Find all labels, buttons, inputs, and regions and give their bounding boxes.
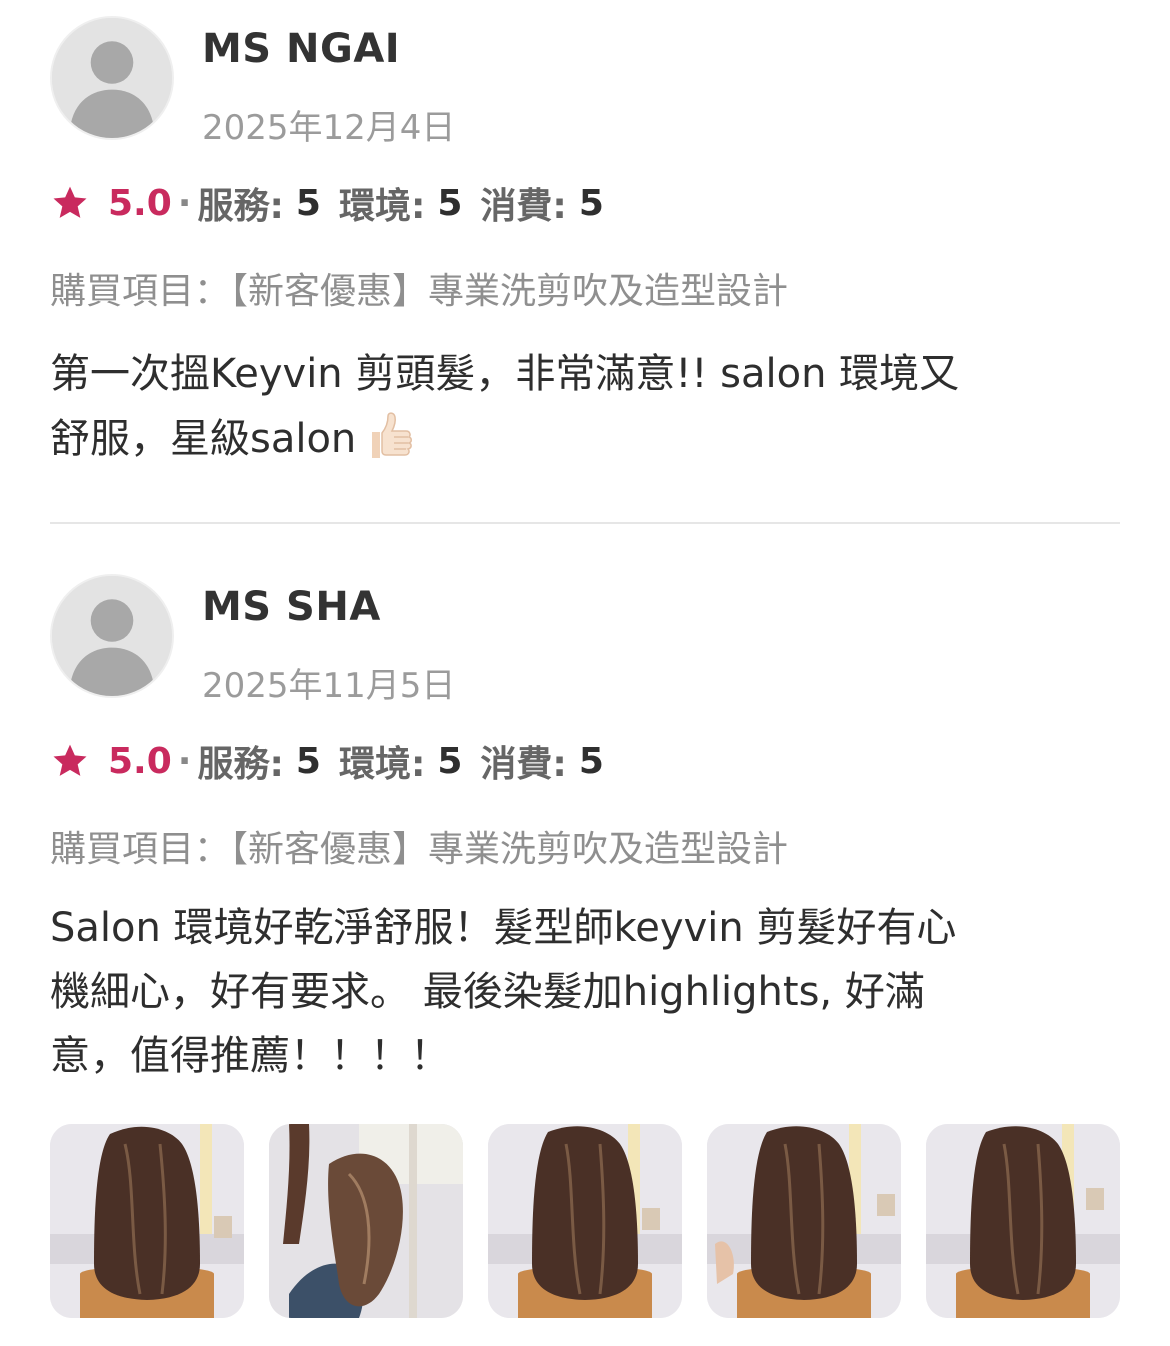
thumbs-up-icon — [358, 406, 416, 464]
service-label: 服務: — [197, 744, 284, 785]
star-icon — [50, 183, 90, 223]
review-text: Salon 環境好乾淨舒服！髮型師keyvin 剪髮好有心 機細心，好有要求。 … — [50, 896, 1110, 1088]
environment-label: 環境: — [338, 744, 426, 785]
rating-row: 5.0 · 服務: 5 環境: 5 消費: 5 — [50, 178, 622, 228]
purchase-row: 購買項目：【新客優惠】專業洗剪吹及造型設計 — [50, 262, 788, 314]
review-date: 2025年11月5日 — [202, 666, 456, 706]
rating-separator: · — [177, 182, 192, 224]
review-text-line: 機細心，好有要求。 最後染髮加highlights, 好滿 — [50, 969, 925, 1015]
purchase-label: 購買項目： — [50, 271, 231, 312]
review-text-line: 第一次搵Keyvin 剪頭髮，非常滿意!! salon 環境又 — [50, 351, 960, 397]
reviewer-name[interactable]: MS NGAI — [202, 26, 400, 72]
rating-score: 5.0 — [108, 740, 172, 782]
rating-separator: · — [177, 740, 192, 782]
service-label: 服務: — [197, 186, 284, 227]
review-photo-3[interactable] — [488, 1124, 682, 1318]
purchase-label: 購買項目： — [50, 829, 231, 870]
reviews-page: MS NGAI 2025年12月4日 5.0 · 服務: 5 環境: 5 消費:… — [0, 0, 1170, 1346]
avatar[interactable] — [50, 574, 174, 698]
review-photo-2[interactable] — [269, 1124, 463, 1318]
review-text: 第一次搵Keyvin 剪頭髮，非常滿意!! salon 環境又 舒服，星級sal… — [50, 342, 1110, 471]
purchase-row: 購買項目：【新客優惠】專業洗剪吹及造型設計 — [50, 820, 788, 872]
spending-label: 消費: — [480, 186, 567, 227]
environment-score: 5 — [437, 740, 463, 782]
environment-score: 5 — [437, 182, 463, 224]
review-divider — [50, 522, 1120, 524]
reviewer-name[interactable]: MS SHA — [202, 584, 381, 630]
purchase-item-link[interactable]: 【新客優惠】專業洗剪吹及造型設計 — [230, 829, 788, 870]
review-photos — [50, 1124, 1120, 1318]
review-text-line: 舒服，星級salon — [50, 406, 1110, 471]
environment-label: 環境: — [338, 186, 426, 227]
spending-score: 5 — [578, 182, 604, 224]
review-photo-1[interactable] — [50, 1124, 244, 1318]
review-text-line: 意，值得推薦！！！！ — [50, 1033, 450, 1079]
avatar[interactable] — [50, 16, 174, 140]
review-photo-4[interactable] — [707, 1124, 901, 1318]
rating-score: 5.0 — [108, 182, 172, 224]
review-text-line: Salon 環境好乾淨舒服！髮型師keyvin 剪髮好有心 — [50, 905, 957, 951]
review-date: 2025年12月4日 — [202, 108, 456, 148]
default-user-icon — [52, 576, 172, 696]
service-score: 5 — [295, 182, 321, 224]
spending-score: 5 — [578, 740, 604, 782]
spending-label: 消費: — [480, 744, 567, 785]
review-photo-5[interactable] — [926, 1124, 1120, 1318]
rating-row: 5.0 · 服務: 5 環境: 5 消費: 5 — [50, 736, 622, 786]
service-score: 5 — [295, 740, 321, 782]
default-user-icon — [52, 18, 172, 138]
star-icon — [50, 741, 90, 781]
purchase-item-link[interactable]: 【新客優惠】專業洗剪吹及造型設計 — [230, 271, 788, 312]
